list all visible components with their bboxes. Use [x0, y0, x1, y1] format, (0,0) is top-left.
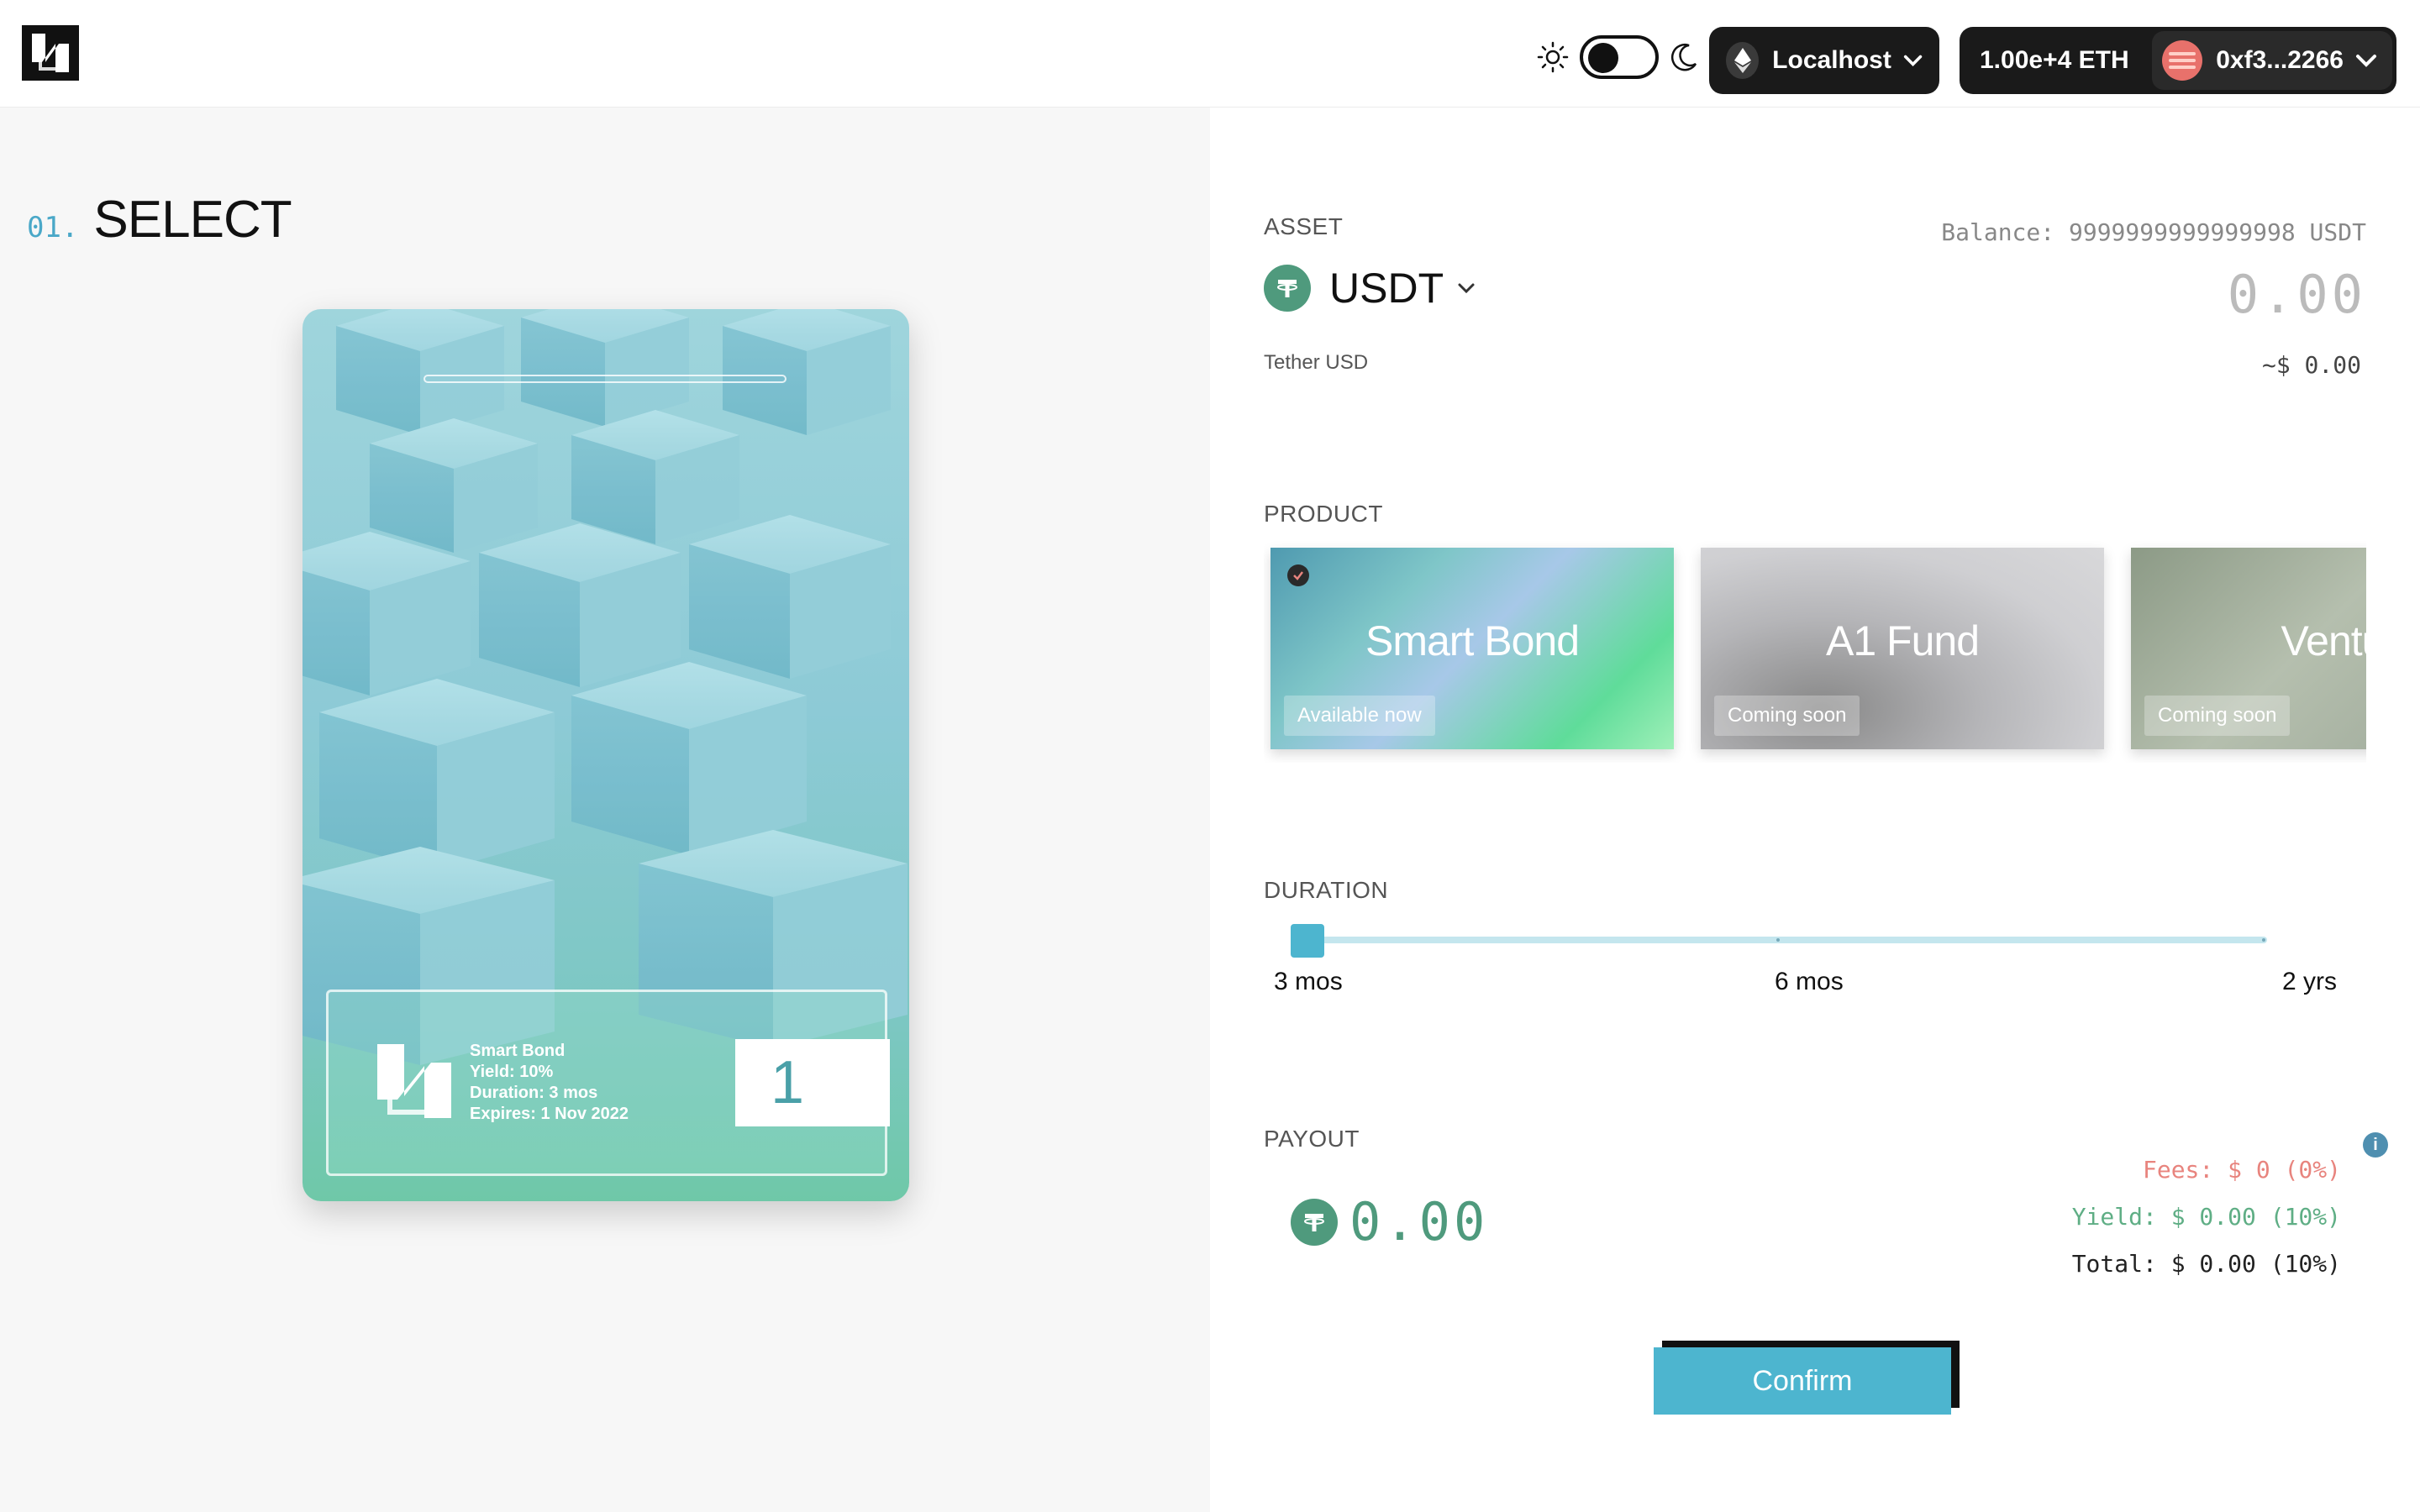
product-card-smart-bond[interactable]: Smart Bond Available now: [1270, 548, 1674, 749]
network-name: Localhost: [1772, 46, 1891, 74]
asset-selector[interactable]: USDT: [1264, 264, 1476, 312]
info-icon[interactable]: i: [2363, 1132, 2388, 1158]
product-name: Ventu: [2281, 617, 2366, 664]
yield-text: Yield: $ 0.00 (10%): [2071, 1203, 2341, 1231]
amount-input[interactable]: 0.00: [2228, 264, 2366, 325]
card-product: Smart Bond: [470, 1042, 566, 1060]
usd-value: ~$ 0.00: [2261, 351, 2361, 379]
card-expires: Expires: 1 Nov 2022: [470, 1105, 629, 1123]
card-logo-icon: [377, 1044, 451, 1118]
payout-label: PAYOUT: [1264, 1126, 1360, 1152]
card-details: Smart Bond Yield: 10% Duration: 3 mos Ex…: [470, 1041, 629, 1125]
switch-knob: [1588, 43, 1618, 73]
ethereum-icon: [1726, 42, 1760, 79]
duration-label: DURATION: [1264, 877, 1389, 903]
product-status: Coming soon: [1714, 696, 1860, 736]
tether-icon: [1291, 1198, 1338, 1246]
fees-text: Fees: $ 0 (0%): [2142, 1156, 2341, 1184]
account-button[interactable]: 0xf3...2266: [2152, 31, 2392, 90]
duration-slider[interactable]: [1291, 917, 2267, 968]
confirm-button[interactable]: Confirm: [1654, 1347, 1951, 1415]
product-status: Available now: [1284, 696, 1435, 736]
payout-amount: 0.00: [1291, 1191, 1488, 1252]
payout-value: 0.00: [1349, 1191, 1489, 1252]
eth-balance: 1.00e+4 ETH: [1980, 46, 2129, 74]
account-avatar: [2162, 40, 2203, 81]
chevron-down-icon: [1458, 283, 1475, 294]
card-token-id: 1: [735, 1039, 890, 1126]
product-status: Coming soon: [2144, 696, 2291, 736]
chevron-down-icon: [1903, 55, 1923, 66]
product-name: A1 Fund: [1825, 617, 1980, 664]
chevron-down-icon: [2356, 55, 2376, 67]
step-heading: 01. SELECT: [27, 190, 292, 249]
duration-option-2yrs[interactable]: 2 yrs: [2282, 968, 2337, 996]
bond-nft-card: Smart Bond Yield: 10% Duration: 3 mos Ex…: [302, 309, 909, 1201]
card-duration: Duration: 3 mos: [470, 1084, 598, 1102]
order-panel: ASSET Balance: 9999999999999998 USDT USD…: [1210, 108, 2420, 1512]
step-title: SELECT: [93, 191, 292, 249]
product-name: Smart Bond: [1365, 617, 1580, 664]
card-info-panel: Smart Bond Yield: 10% Duration: 3 mos Ex…: [326, 990, 890, 1176]
account-address: 0xf3...2266: [2216, 46, 2344, 74]
product-label: PRODUCT: [1264, 501, 1383, 527]
duration-option-6mos[interactable]: 6 mos: [1775, 968, 1844, 996]
slider-track: [1302, 937, 2267, 943]
step-number: 01.: [27, 211, 79, 244]
wallet-button[interactable]: 1.00e+4 ETH 0xf3...2266: [1960, 27, 2396, 94]
tether-icon: [1264, 265, 1311, 312]
asset-full-name: Tether USD: [1264, 351, 1369, 374]
card-decor-line: [424, 375, 786, 383]
check-icon: [1287, 564, 1309, 586]
asset-balance: Balance: 9999999999999998 USDT: [1941, 218, 2366, 246]
slider-tick: [1776, 938, 1780, 942]
theme-switch[interactable]: [1580, 35, 1659, 79]
product-card-ventu[interactable]: Ventu Coming soon: [2131, 548, 2366, 749]
total-text: Total: $ 0.00 (10%): [2071, 1250, 2341, 1278]
duration-option-3mos[interactable]: 3 mos: [1274, 968, 1343, 996]
network-selector-button[interactable]: Localhost: [1709, 27, 1939, 94]
card-yield: Yield: 10%: [470, 1063, 554, 1081]
product-card-a1-fund[interactable]: A1 Fund Coming soon: [1701, 548, 2104, 749]
app-logo-icon[interactable]: [22, 25, 79, 81]
slider-tick: [2262, 938, 2265, 942]
asset-symbol: USDT: [1329, 265, 1444, 312]
product-carousel: Smart Bond Available now A1 Fund Coming …: [1264, 536, 2366, 763]
slider-thumb[interactable]: [1291, 924, 1324, 958]
asset-label: ASSET: [1264, 213, 1344, 239]
sun-icon[interactable]: [1536, 40, 1570, 74]
moon-icon[interactable]: [1669, 42, 1699, 72]
top-bar: Localhost 1.00e+4 ETH 0xf3...2266: [0, 0, 2420, 108]
theme-toggle: [1536, 35, 1699, 79]
